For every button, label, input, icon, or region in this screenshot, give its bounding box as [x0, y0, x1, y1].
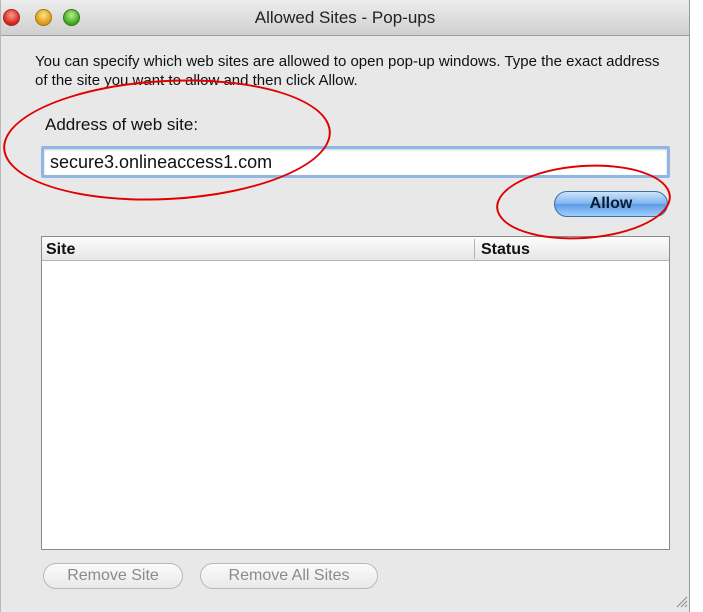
- remove-site-button[interactable]: Remove Site: [43, 563, 183, 589]
- column-header-status[interactable]: Status: [481, 237, 530, 260]
- allowed-sites-table[interactable]: Site Status: [41, 236, 670, 550]
- resize-grip-icon[interactable]: [676, 596, 688, 608]
- remove-all-sites-button[interactable]: Remove All Sites: [200, 563, 378, 589]
- instructions-text: You can specify which web sites are allo…: [35, 53, 660, 89]
- column-divider[interactable]: [474, 239, 475, 259]
- address-label: Address of web site:: [45, 115, 199, 134]
- window-title: Allowed Sites - Pop-ups: [254, 8, 436, 27]
- address-input[interactable]: [41, 146, 670, 178]
- column-header-site[interactable]: Site: [46, 237, 75, 260]
- allowed-sites-window: Allowed Sites - Pop-ups You can specify …: [0, 0, 690, 612]
- allow-button[interactable]: Allow: [554, 191, 668, 217]
- title-bar[interactable]: Allowed Sites - Pop-ups: [1, 0, 689, 36]
- table-header: Site Status: [42, 237, 669, 261]
